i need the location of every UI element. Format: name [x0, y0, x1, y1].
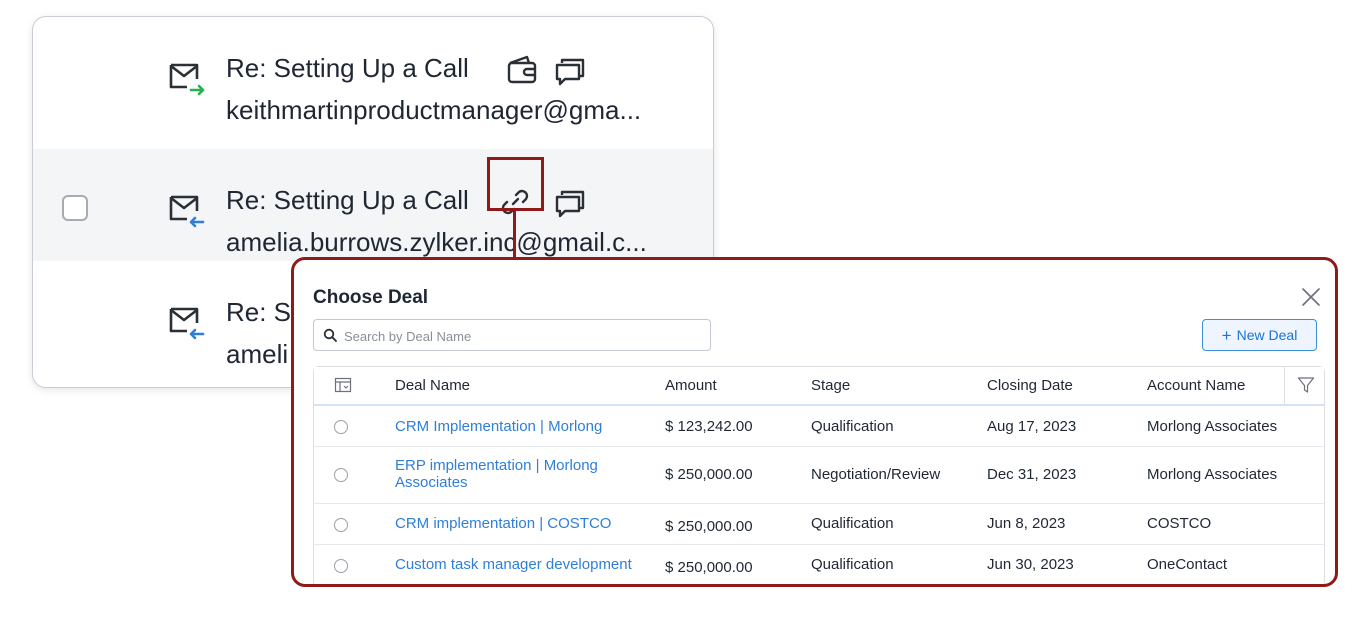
deal-closing-date: Jun 30, 2023	[987, 556, 1074, 573]
email-subject: Re: Setting Up a Call	[226, 53, 469, 83]
deal-search-box[interactable]	[313, 319, 711, 351]
column-settings-icon[interactable]	[334, 377, 352, 393]
column-header-stage[interactable]: Stage	[811, 377, 850, 394]
comment-icon[interactable]	[553, 55, 587, 89]
column-header-amount[interactable]: Amount	[665, 377, 717, 394]
deal-radio[interactable]	[334, 420, 348, 434]
table-header: Deal Name Amount Stage Closing Date Acco…	[314, 367, 1324, 406]
close-icon[interactable]	[1298, 284, 1324, 310]
deal-account-name: COSTCO	[1147, 515, 1212, 532]
deal-closing-date: Dec 31, 2023	[987, 466, 1077, 483]
email-row[interactable]: Re: Setting Up a Call amelia.burrows.zyl…	[33, 149, 713, 261]
email-subject: Re: Setting Up a Call	[226, 185, 469, 215]
mail-incoming-icon	[169, 195, 205, 228]
deal-amount: $ 250,000.00	[665, 559, 753, 576]
search-icon	[323, 328, 337, 342]
deal-stage: Qualification	[811, 418, 894, 435]
choose-deal-dialog: Choose Deal + New Deal Deal Name Amount …	[291, 257, 1338, 587]
dialog-title: Choose Deal	[313, 287, 429, 308]
deal-search-input[interactable]	[342, 321, 706, 351]
email-select-checkbox[interactable]	[62, 195, 88, 221]
email-row[interactable]: Re: Setting Up a Call keithmartinproduct…	[33, 17, 713, 129]
table-row[interactable]: CRM implementation | COSTCO $ 250,000.00…	[314, 504, 1324, 545]
deal-name-link[interactable]: CRM implementation | COSTCO	[395, 515, 611, 532]
column-header-account-name[interactable]: Account Name	[1147, 377, 1245, 394]
mail-outgoing-icon	[169, 63, 205, 96]
deal-amount: $ 123,242.00	[665, 418, 753, 435]
deal-stage: Negotiation/Review	[811, 466, 941, 483]
new-deal-label: New Deal	[1236, 327, 1298, 343]
deal-account-name: Morlong Associates	[1147, 466, 1278, 483]
column-header-closing-date[interactable]: Closing Date	[987, 377, 1073, 394]
email-sender: keithmartinproductmanager@gma...	[226, 95, 642, 125]
email-subject: Re: S	[226, 297, 292, 327]
deal-amount: $ 250,000.00	[665, 518, 753, 535]
deal-closing-date: Aug 17, 2023	[987, 418, 1077, 435]
table-row[interactable]: CRM Implementation | Morlong $ 123,242.0…	[314, 406, 1324, 447]
comment-icon[interactable]	[553, 187, 587, 221]
wallet-icon[interactable]	[505, 53, 539, 87]
deal-account-name: Morlong Associates	[1147, 418, 1278, 435]
plus-icon: +	[1221, 325, 1232, 345]
deal-stage: Qualification	[811, 515, 894, 532]
deal-account-name: OneContact	[1147, 556, 1228, 573]
email-sender: amelia.burrows.zylker.inc@gmail.c...	[226, 227, 647, 257]
deal-amount: $ 250,000.00	[665, 466, 753, 483]
filter-icon	[1297, 377, 1315, 393]
email-sender: ameli	[226, 339, 289, 369]
column-header-deal-name[interactable]: Deal Name	[395, 377, 470, 394]
new-deal-button[interactable]: + New Deal	[1202, 319, 1317, 351]
table-row[interactable]: ERP implementation | Morlong Associates …	[314, 447, 1324, 504]
deal-closing-date: Jun 8, 2023	[987, 515, 1066, 532]
deal-name-link[interactable]: CRM Implementation | Morlong	[395, 418, 602, 435]
deal-name-link[interactable]: ERP implementation | Morlong Associates	[395, 457, 635, 491]
deals-table: Deal Name Amount Stage Closing Date Acco…	[313, 366, 1325, 584]
table-row[interactable]: Custom task manager development $ 250,00…	[314, 545, 1324, 584]
callout-connector-line	[513, 211, 516, 258]
deal-radio[interactable]	[334, 468, 348, 482]
deal-radio[interactable]	[334, 518, 348, 532]
deal-stage: Qualification	[811, 556, 894, 573]
deal-name-link[interactable]: Custom task manager development	[395, 556, 632, 573]
deal-radio[interactable]	[334, 559, 348, 573]
mail-incoming-icon	[169, 307, 205, 340]
callout-highlight-box	[487, 157, 544, 211]
filter-button[interactable]	[1284, 367, 1324, 404]
